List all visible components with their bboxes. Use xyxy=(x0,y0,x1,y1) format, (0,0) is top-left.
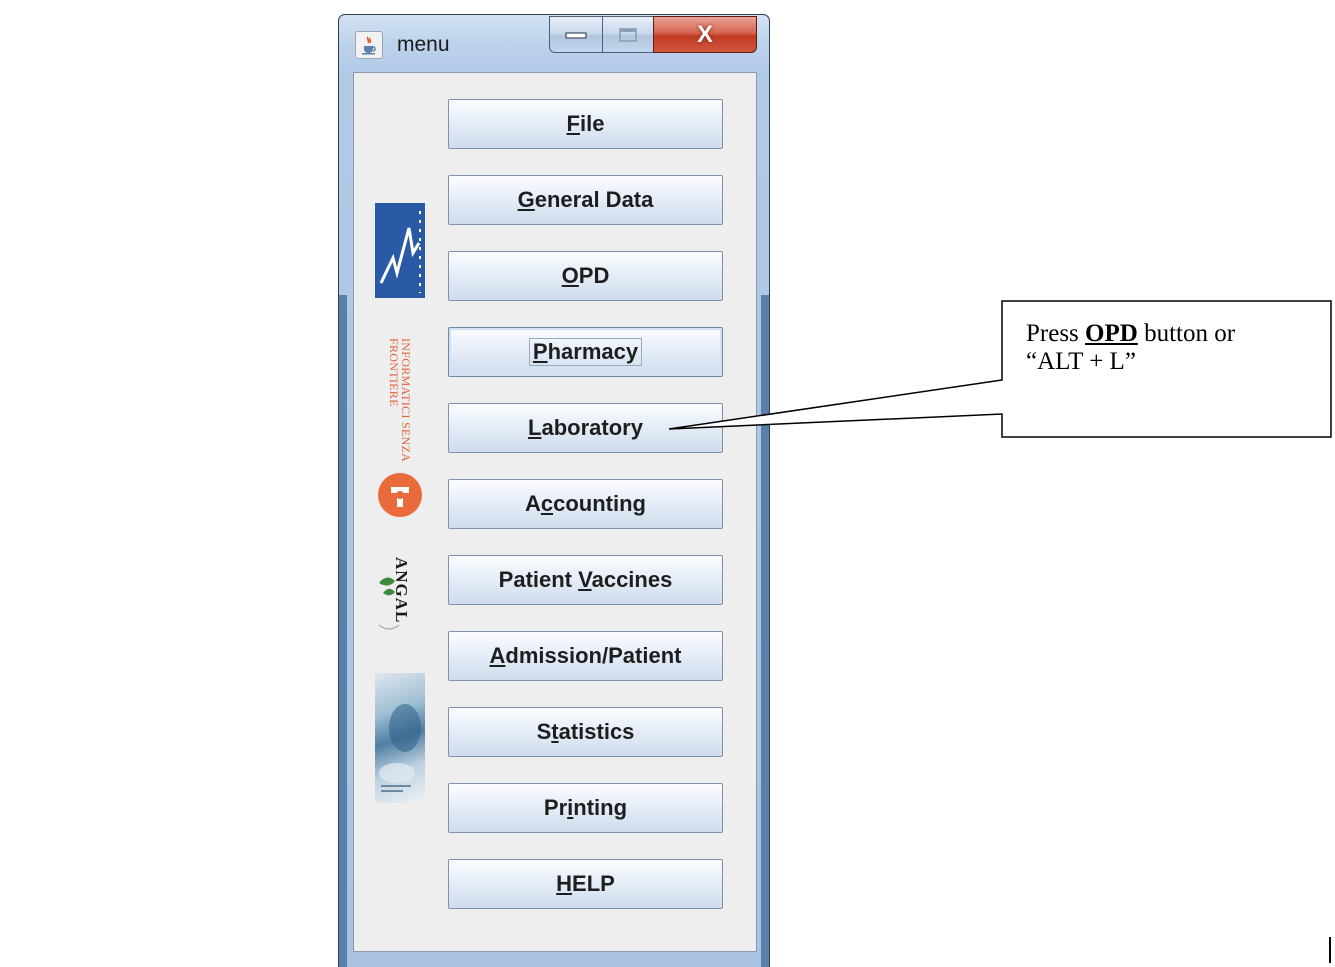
general-data-button[interactable]: General Data xyxy=(448,175,723,225)
close-button[interactable]: X xyxy=(653,16,757,53)
menu-window: menu X INFORMATICI SENZA FRONTIERE ANGAL… xyxy=(338,14,770,967)
pharmacy-button[interactable]: Pharmacy xyxy=(448,327,723,377)
sidebar-logos: INFORMATICI SENZA FRONTIERE ANGAL xyxy=(375,203,425,805)
patient-vaccines-button[interactable]: Patient Vaccines xyxy=(448,555,723,605)
callout-opd-label: OPD xyxy=(1085,320,1138,347)
callout-line-2: “ALT + L” xyxy=(1026,348,1136,375)
accounting-button[interactable]: Accounting xyxy=(448,479,723,529)
laboratory-button[interactable]: Laboratory xyxy=(448,403,723,453)
callout-text: Press OPD button or “ALT + L” xyxy=(1026,320,1326,376)
minimize-button[interactable] xyxy=(549,16,603,53)
callout-line-1: Press OPD button or xyxy=(1026,320,1236,347)
java-cup-icon[interactable] xyxy=(355,31,383,59)
informatici-senza-frontiere-logo: INFORMATICI SENZA FRONTIERE xyxy=(375,338,425,523)
angal-logo-text: ANGAL xyxy=(392,557,411,624)
printing-button[interactable]: Printing xyxy=(448,783,723,833)
maximize-button[interactable] xyxy=(602,16,654,53)
window-controls: X xyxy=(549,16,757,54)
window-client-area: INFORMATICI SENZA FRONTIERE ANGAL File G… xyxy=(353,72,757,952)
isf-logo-emblem xyxy=(378,473,422,517)
minimize-icon xyxy=(565,31,587,39)
file-button[interactable]: File xyxy=(448,99,723,149)
opd-button[interactable]: OPD xyxy=(448,251,723,301)
isf-logo-text: INFORMATICI SENZA FRONTIERE xyxy=(387,338,413,462)
medical-photo xyxy=(375,673,425,803)
window-title: menu xyxy=(397,33,450,56)
close-icon: X xyxy=(696,20,713,48)
maximize-icon xyxy=(619,27,637,42)
statistics-button[interactable]: Statistics xyxy=(448,707,723,757)
help-button[interactable]: HELP xyxy=(448,859,723,909)
text-cursor xyxy=(1329,937,1331,963)
angal-logo: ANGAL xyxy=(375,543,425,643)
az-logo xyxy=(375,203,425,298)
admission-patient-button[interactable]: Admission/Patient xyxy=(448,631,723,681)
